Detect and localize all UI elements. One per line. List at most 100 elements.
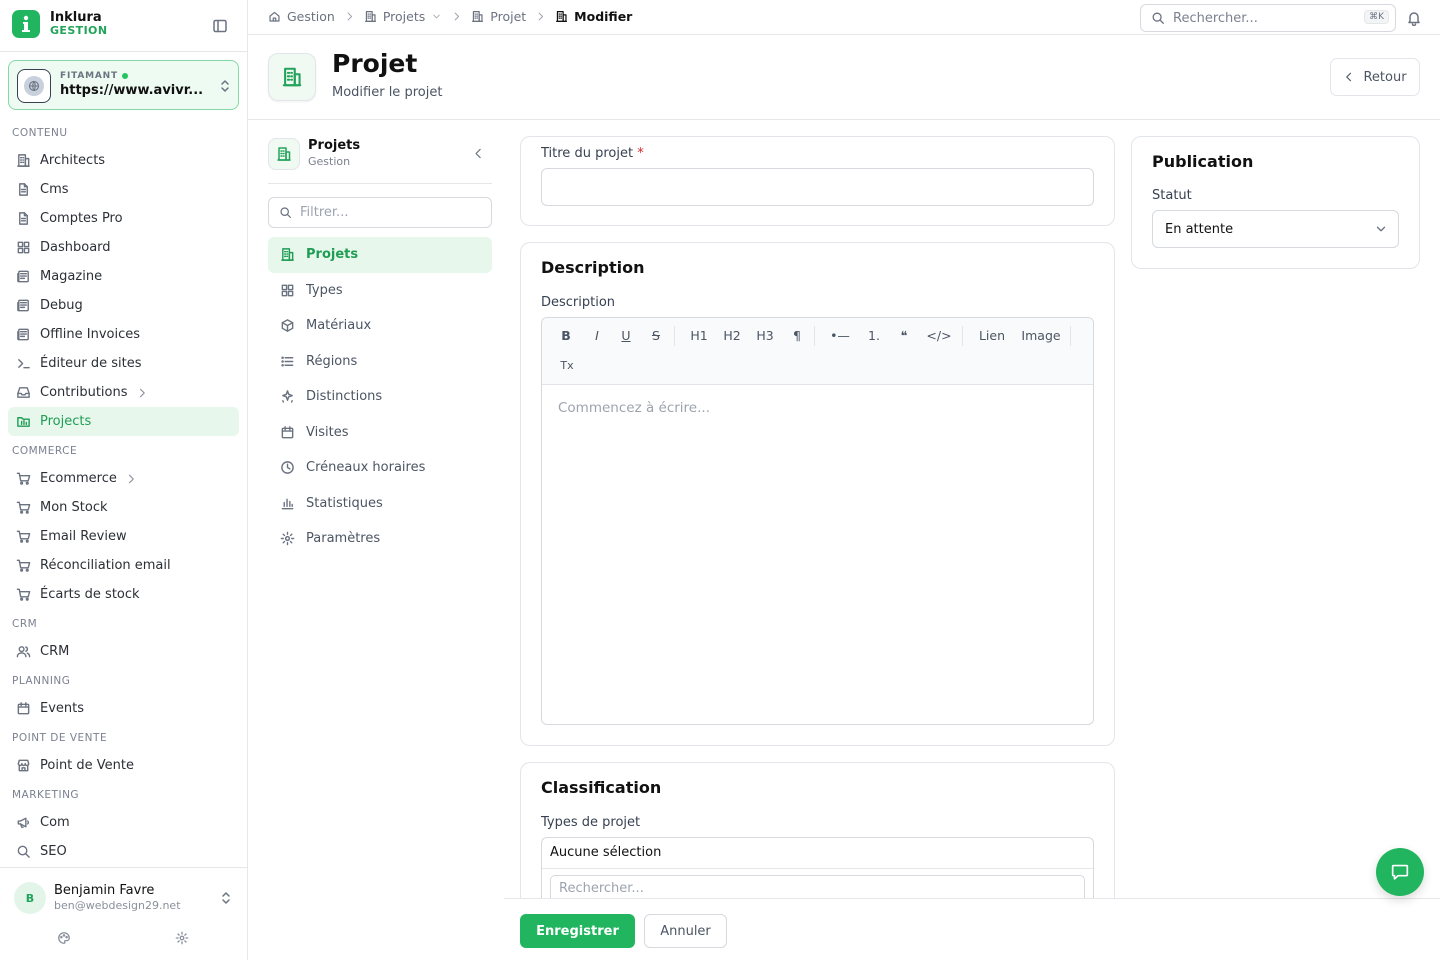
list-icon	[281, 356, 294, 367]
sidebar-item-email-review[interactable]: Email Review	[8, 522, 239, 551]
sidebar-item-ecarts-de-stock[interactable]: Écarts de stock	[8, 580, 239, 609]
rich-text-editor[interactable]: B I U S H1 H2 H3 ¶ •— 1. ❝ </> Lien Image Tx Commencez…	[541, 317, 1094, 725]
sidebar-item-architects[interactable]: Architects	[8, 146, 239, 175]
breadcrumb-item-gestion[interactable]: Gestion	[268, 9, 335, 24]
subnav-item-types[interactable]: Types	[268, 273, 492, 309]
sidebar-item-projects[interactable]: Projects	[8, 407, 239, 436]
toolbar-clear-format-button[interactable]: Tx	[560, 356, 574, 376]
sidebar-item-point-de-vente[interactable]: Point de Vente	[8, 751, 239, 780]
sidebar-item-contributions[interactable]: Contributions	[8, 378, 239, 407]
classification-card-title: Classification	[541, 778, 662, 797]
sidebar-item-crm[interactable]: CRM	[8, 637, 239, 666]
breadcrumb-item-modifier: Modifier	[555, 9, 632, 24]
sidebar-toggle-icon[interactable]	[212, 18, 228, 34]
chevron-down-icon[interactable]	[431, 11, 442, 22]
cart-icon	[16, 530, 31, 543]
sidebar-item-magazine[interactable]: Magazine	[8, 262, 239, 291]
project-title-input[interactable]	[541, 168, 1094, 206]
sidebar-item-dashboard[interactable]: Dashboard	[8, 233, 239, 262]
cart-icon	[16, 559, 31, 572]
chevron-left-icon[interactable]	[472, 147, 485, 160]
sidebar-item-seo[interactable]: SEO	[8, 837, 239, 866]
subnav-item-label: Paramètres	[306, 531, 381, 547]
subnav-item-projets[interactable]: Projets	[268, 237, 492, 273]
sidebar-item-label: Éditeur de sites	[40, 356, 142, 371]
toolbar-heading-1-button[interactable]: H1	[689, 326, 709, 346]
search-input[interactable]: Rechercher... ⌘K	[1140, 4, 1396, 32]
breadcrumb-separator-icon	[535, 11, 546, 22]
subnav-item-regions[interactable]: Régions	[268, 344, 492, 380]
nav-section-title: POINT DE VENTE	[12, 732, 108, 744]
breadcrumb-item-projets[interactable]: Projets	[364, 9, 442, 24]
brand[interactable]: Inklura GESTION	[12, 10, 107, 38]
app-subtitle: GESTION	[50, 24, 108, 38]
subnav-item-visites[interactable]: Visites	[268, 415, 492, 451]
breadcrumb-item-projet[interactable]: Projet	[471, 9, 526, 24]
subnav-item-parametres[interactable]: Paramètres	[268, 521, 492, 557]
publication-title: Publication	[1152, 152, 1254, 171]
grid-icon	[281, 284, 294, 297]
toolbar-image-button[interactable]: Image	[1020, 326, 1062, 346]
toolbar-bold-button[interactable]: B	[559, 326, 573, 346]
editor-toolbar: B I U S H1 H2 H3 ¶ •— 1. ❝ </> Lien Image Tx	[542, 318, 1093, 385]
subnav-item-label: Projets	[306, 247, 359, 263]
subnav-item-distinctions[interactable]: Distinctions	[268, 379, 492, 415]
inbox-icon	[17, 387, 30, 398]
building-icon	[472, 11, 484, 22]
toolbar-strikethrough-button[interactable]: S	[649, 326, 663, 346]
shortcut-badge: ⌘K	[1364, 10, 1389, 24]
subnav-item-label: Créneaux horaires	[306, 460, 426, 476]
divider	[542, 868, 1093, 869]
toolbar-blockquote-button[interactable]: ❝	[897, 326, 911, 346]
toolbar-link-button[interactable]: Lien	[978, 326, 1006, 346]
back-button[interactable]: Retour	[1330, 58, 1420, 96]
sidebar-item-com[interactable]: Com	[8, 808, 239, 837]
chat-button[interactable]	[1376, 848, 1424, 896]
toolbar-paragraph-button[interactable]: ¶	[790, 326, 804, 346]
user-email: ben@webdesign29.net	[54, 899, 181, 912]
document-icon	[19, 183, 28, 196]
save-button[interactable]: Enregistrer	[520, 914, 635, 948]
toolbar-heading-2-button[interactable]: H2	[722, 326, 742, 346]
user-menu[interactable]: B Benjamin Favre ben@webdesign29.net	[0, 867, 247, 960]
sidebar-item-label: Com	[40, 815, 70, 830]
toolbar-code-button[interactable]: </>	[926, 326, 952, 346]
page-subtitle: Modifier le projet	[332, 85, 443, 100]
site-label: FITAMANT	[60, 71, 128, 81]
sidebar-item-debug[interactable]: Debug	[8, 291, 239, 320]
project-title-label: Titre du projet *	[541, 146, 644, 161]
sidebar-item-offline-invoices[interactable]: Offline Invoices	[8, 320, 239, 349]
publication-card: Publication Statut En attente	[1131, 136, 1420, 269]
megaphone-icon	[17, 817, 30, 828]
home-icon	[269, 11, 280, 22]
sidebar-item-mon-stock[interactable]: Mon Stock	[8, 493, 239, 522]
subnav-item-materiaux[interactable]: Matériaux	[268, 308, 492, 344]
palette-icon[interactable]	[57, 931, 71, 945]
sidebar-item-label: Magazine	[40, 269, 103, 284]
description-label: Description	[541, 295, 616, 310]
subnav-item-creneaux-horaires[interactable]: Créneaux horaires	[268, 450, 492, 486]
filter-input[interactable]: Filtrer...	[268, 197, 492, 228]
toolbar-italic-button[interactable]: I	[590, 326, 604, 346]
chevron-left-icon	[1346, 72, 1352, 82]
cart-icon	[16, 501, 31, 514]
toolbar-underline-button[interactable]: U	[619, 326, 633, 346]
sidebar-item-label: Cms	[40, 182, 69, 197]
bell-icon[interactable]	[1406, 10, 1422, 26]
building-icon	[17, 154, 30, 167]
sidebar-item-editeur-de-sites[interactable]: Éditeur de sites	[8, 349, 239, 378]
building-icon	[268, 53, 316, 101]
sidebar-item-comptes-pro[interactable]: Comptes Pro	[8, 204, 239, 233]
sidebar-item-ecommerce[interactable]: Ecommerce	[8, 464, 239, 493]
sidebar-item-reconciliation-email[interactable]: Réconciliation email	[8, 551, 239, 580]
toolbar-ordered-list-button[interactable]: 1.	[867, 326, 881, 346]
site-switcher[interactable]: FITAMANT https://www.avivr...	[8, 60, 239, 110]
status-select[interactable]: En attente	[1152, 210, 1399, 248]
toolbar-heading-3-button[interactable]: H3	[755, 326, 775, 346]
cancel-button[interactable]: Annuler	[644, 914, 727, 948]
subnav-item-statistiques[interactable]: Statistiques	[268, 486, 492, 522]
gear-icon[interactable]	[175, 931, 189, 945]
sidebar-item-cms[interactable]: Cms	[8, 175, 239, 204]
sidebar-item-events[interactable]: Events	[8, 694, 239, 723]
toolbar-bullet-list-button[interactable]: •—	[829, 326, 851, 346]
